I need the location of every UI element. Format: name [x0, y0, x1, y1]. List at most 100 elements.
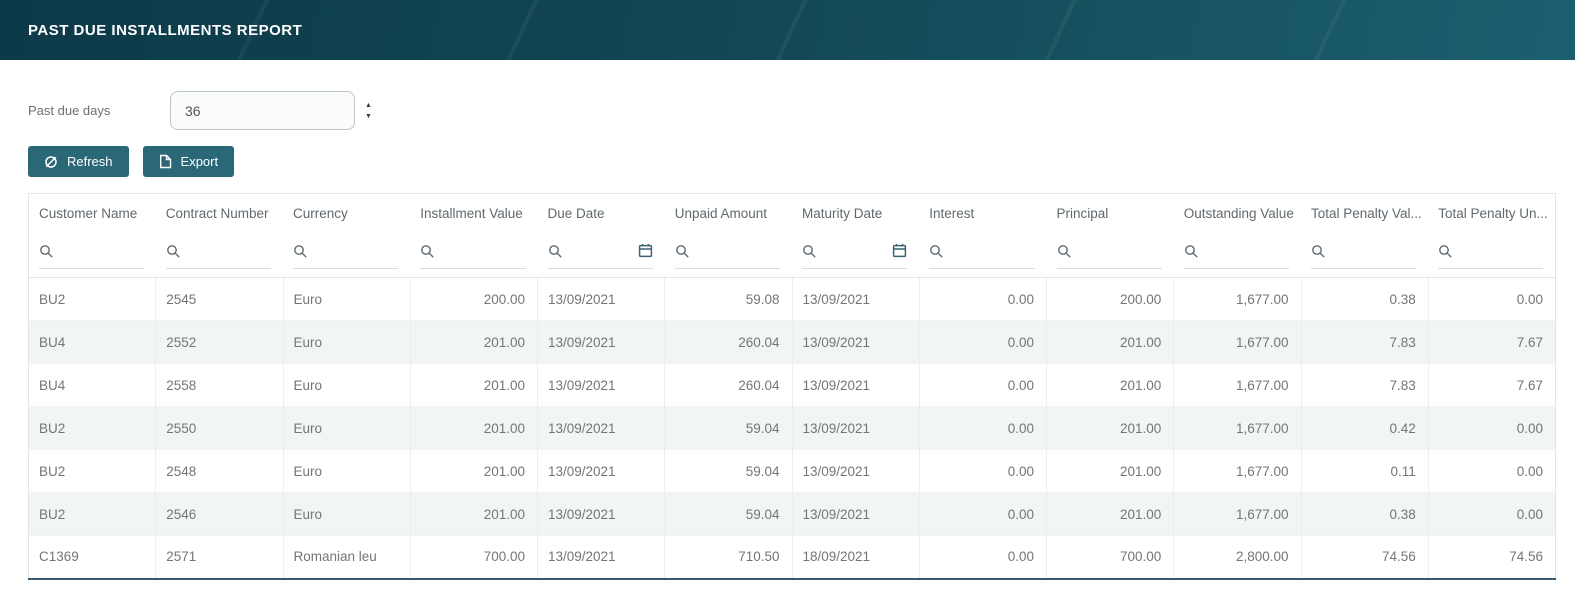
search-icon[interactable] [166, 244, 180, 258]
filter-cell [537, 233, 665, 278]
search-icon[interactable] [548, 244, 562, 258]
table-row[interactable]: BU2 2550 Euro 201.00 13/09/2021 59.04 13/09/20… [28, 406, 1556, 450]
page-title: PAST DUE INSTALLMENTS REPORT [28, 21, 303, 39]
filter-input[interactable] [568, 243, 631, 259]
past-due-days-input[interactable] [170, 91, 355, 130]
filter-input[interactable] [695, 243, 780, 259]
table-cell: 700.00 [410, 535, 539, 579]
table-cell: 13/09/2021 [792, 363, 920, 407]
past-due-days-spinbox: ▲ ▼ [170, 91, 372, 130]
filter-input[interactable] [186, 243, 271, 259]
table-cell: 201.00 [1046, 320, 1175, 364]
table-row[interactable]: BU2 2548 Euro 201.00 13/09/2021 59.04 13/09/20… [28, 449, 1556, 493]
table-cell: 59.08 [664, 277, 793, 321]
search-icon[interactable] [1438, 244, 1452, 258]
column-header[interactable]: Customer Name [29, 194, 156, 234]
filter-cell [28, 233, 156, 278]
table-cell: Euro [283, 320, 411, 364]
column-header[interactable]: Total Penalty Val... [1301, 194, 1428, 234]
column-header[interactable]: Outstanding Value [1174, 194, 1301, 234]
table-cell: 13/09/2021 [537, 535, 666, 579]
filter-input[interactable] [1459, 243, 1543, 259]
table-cell: 13/09/2021 [537, 449, 666, 493]
spinner-up-button[interactable]: ▲ [365, 102, 372, 109]
table-cell: 710.50 [664, 535, 793, 579]
table-cell: 13/09/2021 [792, 406, 920, 450]
filter-cell [919, 233, 1047, 278]
table-cell: 13/09/2021 [792, 320, 920, 364]
column-header[interactable]: Principal [1047, 194, 1174, 234]
table-cell: Euro [283, 406, 411, 450]
spinner-down-button[interactable]: ▼ [365, 113, 372, 120]
app-header: PAST DUE INSTALLMENTS REPORT [0, 0, 1575, 60]
table-cell: 2552 [155, 320, 284, 364]
table-cell: Euro [283, 492, 411, 536]
table-cell: Euro [283, 449, 411, 493]
filter-input[interactable] [1204, 243, 1289, 259]
calendar-icon[interactable] [638, 243, 653, 258]
table-row[interactable]: BU4 2558 Euro 201.00 13/09/2021 260.04 13/09/2… [28, 363, 1556, 407]
filter-input[interactable] [441, 243, 526, 259]
filter-input[interactable] [60, 243, 144, 259]
search-icon[interactable] [293, 244, 307, 258]
table-cell: 0.00 [1428, 406, 1556, 450]
column-header[interactable]: Unpaid Amount [665, 194, 792, 234]
table-cell: 201.00 [410, 320, 539, 364]
table-cell: 200.00 [1046, 277, 1175, 321]
table-row[interactable]: BU4 2552 Euro 201.00 13/09/2021 260.04 13/09/2… [28, 320, 1556, 364]
table-cell: 201.00 [1046, 449, 1175, 493]
table-cell: 13/09/2021 [537, 363, 666, 407]
filter-input[interactable] [1077, 243, 1162, 259]
past-due-table: Customer Name Contract Number Currency Inst… [28, 193, 1556, 580]
table-cell: 1,677.00 [1173, 277, 1302, 321]
filter-cell [1428, 233, 1556, 278]
search-icon[interactable] [802, 244, 816, 258]
table-cell: Euro [283, 363, 411, 407]
column-header[interactable]: Installment Value [410, 194, 537, 234]
past-due-days-label: Past due days [28, 103, 111, 118]
table-cell: 74.56 [1509, 549, 1543, 565]
table-cell: 700.00 [1046, 535, 1175, 579]
table-row[interactable]: BU2 2545 Euro 200.00 13/09/2021 59.08 13/09/20… [28, 277, 1556, 321]
column-header[interactable]: Contract Number [156, 194, 283, 234]
table-cell: BU4 [28, 363, 157, 407]
table-cell: 13/09/2021 [537, 277, 666, 321]
column-header[interactable]: Maturity Date [792, 194, 919, 234]
search-icon[interactable] [1311, 244, 1325, 258]
export-button[interactable]: Export [142, 146, 235, 177]
filter-cell [1173, 233, 1301, 278]
filter-input[interactable] [823, 243, 886, 259]
table-cell: 59.04 [664, 406, 793, 450]
table-cell: 13/09/2021 [537, 492, 666, 536]
search-icon[interactable] [39, 244, 53, 258]
filter-cell [155, 233, 283, 278]
refresh-button[interactable]: Refresh [28, 146, 129, 177]
table-cell: 7.83 [1301, 363, 1429, 407]
filter-input[interactable] [1332, 243, 1417, 259]
table-cell: 13/09/2021 [792, 449, 920, 493]
table-row[interactable]: C1369 2571 Romanian leu 700.00 13/09/2021 710… [28, 535, 1556, 579]
table-cell: 0.11 [1301, 449, 1429, 493]
calendar-icon[interactable] [892, 243, 907, 258]
column-header[interactable]: Total Penalty Un... [1428, 194, 1555, 234]
table-cell: 2550 [155, 406, 284, 450]
table-cell: 201.00 [1046, 363, 1175, 407]
table-row[interactable]: BU2 2546 Euro 201.00 13/09/2021 59.04 13/09/20… [28, 492, 1556, 536]
table-cell: 18/09/2021 [792, 535, 920, 579]
column-header[interactable]: Currency [283, 194, 410, 234]
search-icon[interactable] [929, 244, 943, 258]
column-header[interactable]: Due Date [538, 194, 665, 234]
table-cell: 0.00 [919, 320, 1048, 364]
filter-cell [410, 233, 538, 278]
filter-input[interactable] [314, 243, 399, 259]
search-icon[interactable] [420, 244, 434, 258]
table-cell: 201.00 [410, 449, 539, 493]
table-cell: 7.67 [1428, 363, 1556, 407]
search-icon[interactable] [675, 244, 689, 258]
past-due-days-row: Past due days ▲ ▼ [28, 91, 1547, 130]
search-icon[interactable] [1057, 244, 1071, 258]
search-icon[interactable] [1184, 244, 1198, 258]
table-cell: 2546 [155, 492, 284, 536]
filter-input[interactable] [950, 243, 1035, 259]
column-header[interactable]: Interest [919, 194, 1046, 234]
